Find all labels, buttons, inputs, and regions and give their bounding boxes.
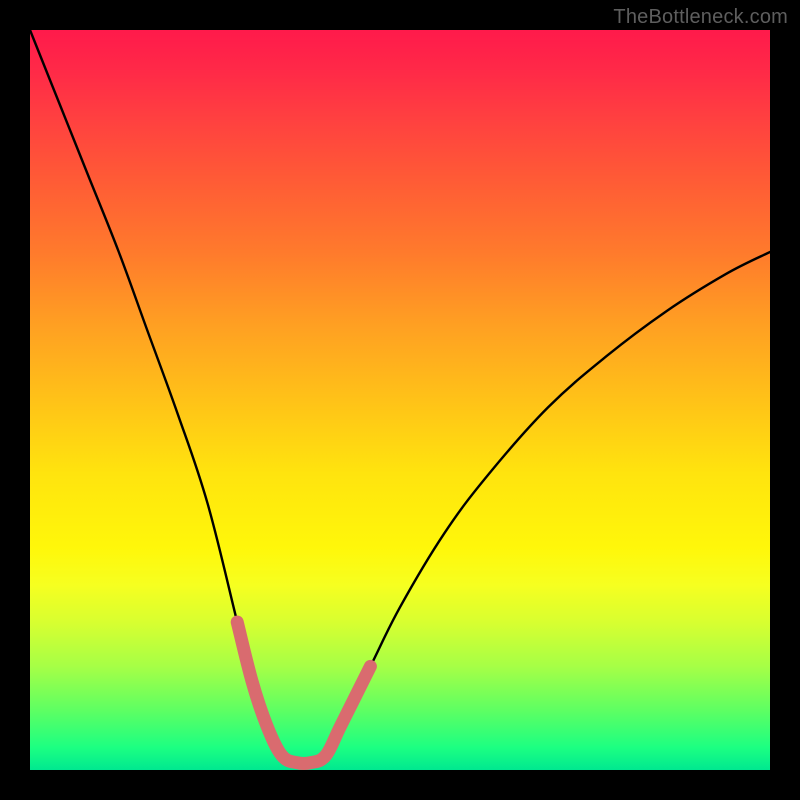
watermark-text: TheBottleneck.com <box>613 6 788 29</box>
chart-frame: TheBottleneck.com <box>0 0 800 800</box>
bottleneck-curve <box>30 30 770 764</box>
bottleneck-curve-highlight <box>237 622 370 764</box>
plot-area <box>30 30 770 770</box>
curve-layer <box>30 30 770 770</box>
